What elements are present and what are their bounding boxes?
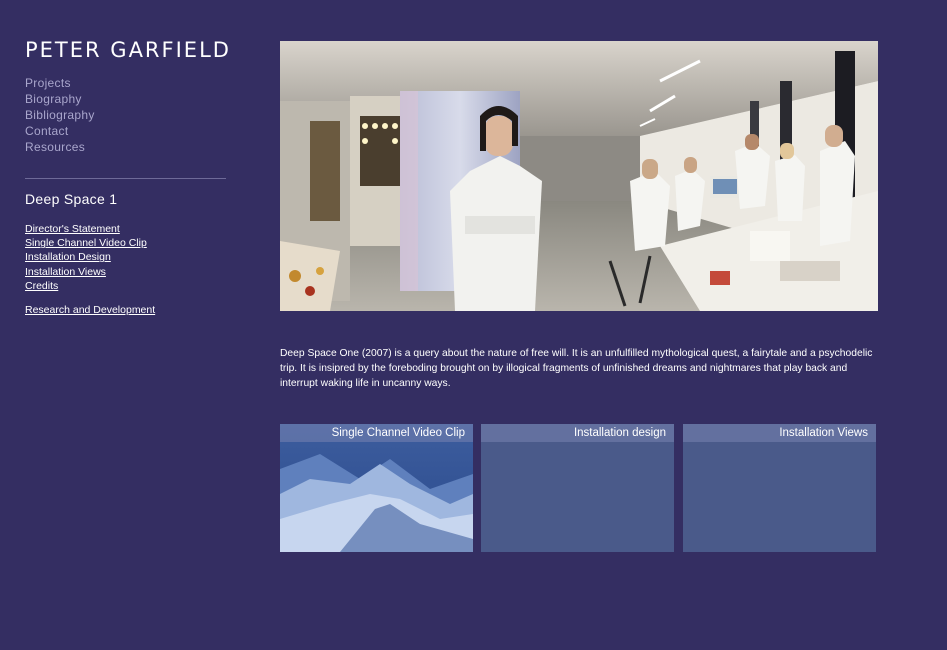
thumb-single-channel-video-clip[interactable]: Single Channel Video Clip [280,424,473,552]
link-single-channel-video-clip[interactable]: Single Channel Video Clip [25,236,235,250]
link-installation-views[interactable]: Installation Views [25,265,235,279]
project-title: Deep Space 1 [25,191,118,207]
thumb-installation-views[interactable]: Installation Views [683,424,876,552]
link-credits[interactable]: Credits [25,279,235,293]
link-installation-design[interactable]: Installation Design [25,250,235,264]
thumb-label-single-channel-video-clip: Single Channel Video Clip [280,424,473,442]
hero-image [280,41,878,311]
nav-bibliography[interactable]: Bibliography [25,107,225,123]
nav-resources[interactable]: Resources [25,139,225,155]
laboratory-photo-icon [280,41,878,311]
thumb-label-installation-views: Installation Views [683,424,876,442]
nav-biography[interactable]: Biography [25,91,225,107]
link-directors-statement[interactable]: Director's Statement [25,222,235,236]
project-description: Deep Space One (2007) is a query about t… [280,348,873,389]
project-sub-nav: Director's Statement Single Channel Vide… [25,222,235,317]
thumb-installation-design[interactable]: Installation design [481,424,674,552]
site-title[interactable]: PETER GARFIELD [25,38,231,62]
sub-nav-spacer [25,293,235,303]
nav-contact[interactable]: Contact [25,123,225,139]
link-research-and-development[interactable]: Research and Development [25,303,235,317]
sidebar-divider [25,178,226,179]
thumb-label-installation-design: Installation design [481,424,674,442]
nav-projects[interactable]: Projects [25,75,225,91]
main-nav: Projects Biography Bibliography Contact … [25,75,225,155]
mountain-snow-icon [280,424,473,552]
